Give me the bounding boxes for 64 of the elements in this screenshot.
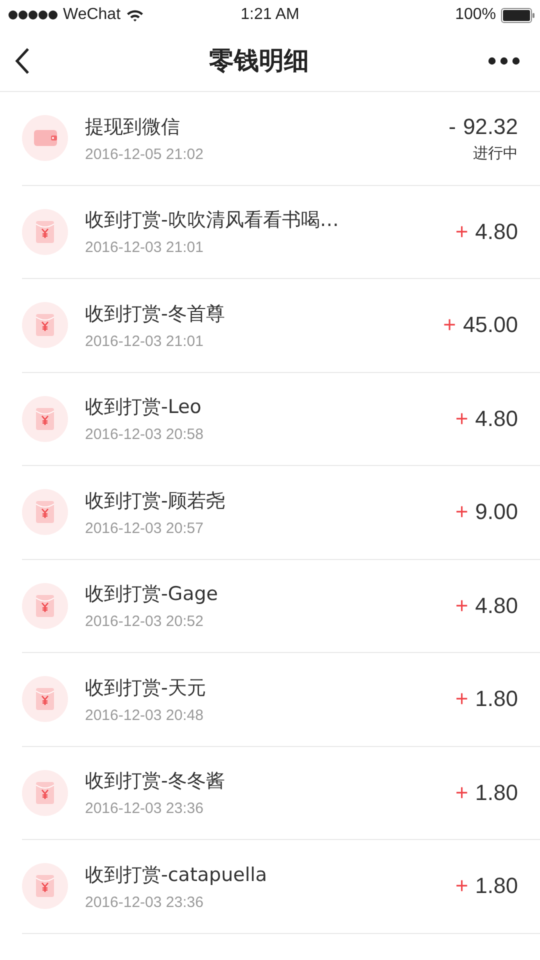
record-row[interactable]: 收到打赏-catapuella 2016-12-03 23:36 + 1.80	[22, 840, 540, 934]
money-envelope-icon	[22, 676, 68, 722]
money-envelope-icon	[22, 770, 68, 816]
record-title: 收到打赏-冬冬酱	[85, 769, 226, 794]
amount: 1.80	[475, 686, 518, 712]
status-time: 1:21 AM	[240, 6, 300, 24]
amount-sign: -	[448, 114, 456, 140]
record-status: 进行中	[473, 144, 518, 163]
amount-sign: +	[455, 218, 468, 245]
record-title: 提现到微信	[85, 114, 181, 140]
amount-sign: +	[455, 499, 468, 526]
record-row[interactable]: 收到打赏-冬冬酱 2016-12-03 23:36 + 1.80	[22, 746, 540, 840]
record-row[interactable]: 收到打赏-Gage 2016-12-03 20:52 + 4.80	[22, 560, 540, 653]
wallet-icon	[22, 115, 68, 162]
amount-sign: +	[455, 780, 468, 806]
back-icon[interactable]	[14, 46, 30, 74]
record-row[interactable]: 收到打赏-天元 2016-12-03 20:48 + 1.80	[22, 653, 540, 746]
amount-sign: +	[455, 873, 468, 900]
carrier-name: WeChat	[63, 6, 121, 24]
battery-icon	[501, 8, 535, 22]
record-date: 2016-12-03 21:01	[85, 239, 204, 256]
record-title: 收到打赏-顾若尧	[85, 488, 226, 514]
record-row[interactable]: 收到打赏-Leo 2016-12-03 20:58 + 4.80	[22, 372, 540, 466]
record-date: 2016-12-03 20:58	[85, 426, 204, 444]
record-title: 收到打赏-吹吹清风看看书喝…	[85, 208, 340, 234]
amount: 45.00	[462, 312, 518, 338]
amount: 1.80	[475, 780, 518, 806]
page-title: 零钱明细	[209, 45, 309, 77]
amount-sign: +	[455, 592, 468, 619]
record-title: 收到打赏-冬首尊	[85, 302, 226, 327]
record-title: 收到打赏-天元	[85, 676, 207, 701]
money-envelope-icon	[22, 863, 68, 910]
record-row[interactable]: 提现到微信 2016-12-05 21:02 - 92.32 进行中	[22, 92, 540, 186]
record-row[interactable]: 收到打赏-顾若尧 2016-12-03 20:57 + 9.00	[22, 466, 540, 560]
amount: 9.00	[475, 499, 518, 526]
record-date: 2016-12-03 23:36	[85, 800, 204, 818]
amount-sign: +	[455, 686, 468, 712]
record-date: 2016-12-03 20:52	[85, 613, 204, 630]
record-row[interactable]: 收到打赏-冬首尊 2016-12-03 21:01 + 45.00	[22, 279, 540, 372]
more-icon[interactable]	[488, 56, 520, 64]
amount: 4.80	[475, 592, 518, 619]
record-date: 2016-12-03 21:01	[85, 332, 204, 350]
battery-percent: 100%	[455, 6, 496, 24]
record-date: 2016-12-03 20:57	[85, 520, 204, 537]
record-date: 2016-12-03 20:48	[85, 706, 204, 724]
amount: 4.80	[475, 406, 518, 432]
signal-icon	[8, 10, 58, 20]
record-title: 收到打赏-Leo	[85, 395, 202, 420]
money-envelope-icon	[22, 489, 68, 536]
amount: 1.80	[475, 873, 518, 900]
record-row[interactable]: 收到打赏-吹吹清风看看书喝… 2016-12-03 21:01 + 4.80	[22, 186, 540, 279]
money-envelope-icon	[22, 582, 68, 629]
money-envelope-icon	[22, 302, 68, 348]
record-title: 收到打赏-Gage	[85, 582, 219, 608]
money-envelope-icon	[22, 396, 68, 442]
amount-sign: +	[443, 312, 456, 338]
wifi-icon	[126, 8, 144, 22]
record-date: 2016-12-03 23:36	[85, 894, 204, 911]
money-envelope-icon	[22, 208, 68, 255]
amount: 4.80	[475, 218, 518, 245]
amount: 92.32	[462, 114, 518, 140]
amount-sign: +	[455, 406, 468, 432]
record-date: 2016-12-05 21:02	[85, 146, 204, 163]
record-title: 收到打赏-catapuella	[85, 862, 268, 888]
